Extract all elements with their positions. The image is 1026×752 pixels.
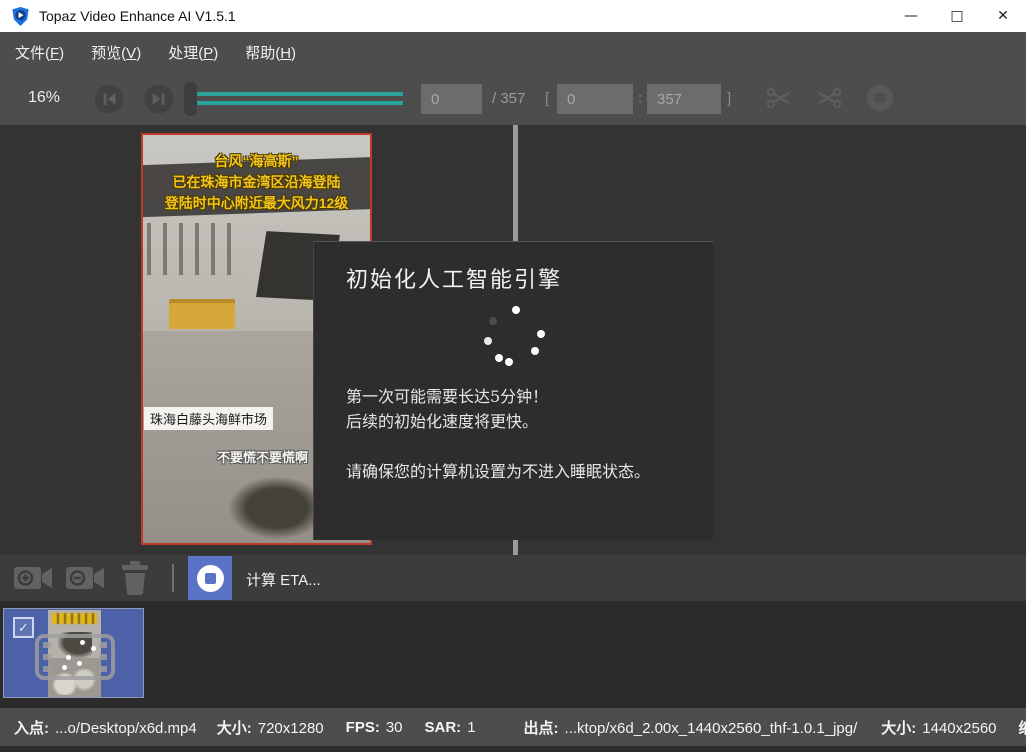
video-thumbnail-tile[interactable]: ✓ xyxy=(3,608,144,698)
playback-toolbar: 16% / 357 [ : ] xyxy=(0,72,1026,125)
spinner-dot xyxy=(512,306,520,314)
cut-out-button[interactable] xyxy=(814,83,844,113)
location-label: 珠海白藤头海鲜市场 xyxy=(144,407,273,430)
video-caption-overlay: 台风“海高斯” 已在珠海市金湾区沿海登陆 登陆时中心附近最大风力12级 xyxy=(143,151,370,214)
range-start-input[interactable] xyxy=(557,84,633,114)
status-fps: FPS:30 xyxy=(346,719,403,736)
status-scale: 缩放:200% xyxy=(1019,717,1026,738)
zoom-level: 16% xyxy=(28,89,60,107)
toolbar-divider xyxy=(172,564,174,592)
thumbnail-caption-strip xyxy=(52,613,97,624)
timeline-slider-handle[interactable] xyxy=(184,82,197,116)
status-out-point: 出点:...ktop/x6d_2.00x_1440x2560_thf-1.0.1… xyxy=(524,717,858,738)
title-bar: Topaz Video Enhance AI V1.5.1 — □ ✕ xyxy=(0,0,1026,32)
timeline-track-top xyxy=(197,92,403,96)
thumbnail-checkbox[interactable]: ✓ xyxy=(13,617,34,638)
dialog-line-2: 后续的初始化速度将更快。 xyxy=(346,409,650,434)
mini-spinner-dot xyxy=(66,655,71,660)
processing-film-overlay xyxy=(35,634,115,680)
minimize-button[interactable]: — xyxy=(888,0,934,32)
video-yellow-truck xyxy=(169,303,235,329)
film-sprockets-right xyxy=(99,642,107,672)
dialog-spacer xyxy=(346,434,650,459)
close-button[interactable]: ✕ xyxy=(980,0,1026,32)
window-controls: — □ ✕ xyxy=(888,0,1026,32)
spinner-dot xyxy=(489,317,497,325)
menu-help[interactable]: 帮助(H) xyxy=(233,36,308,69)
menu-file[interactable]: 文件(F) xyxy=(3,36,76,69)
dialog-line-3: 请确保您的计算机设置为不进入睡眠状态。 xyxy=(346,459,650,484)
init-engine-dialog: 初始化人工智能引擎 第一次可能需要长达5分钟！ 后续的初始化速度将更快。 请确保… xyxy=(313,241,713,540)
delete-video-button[interactable] xyxy=(119,561,151,595)
status-out-size: 大小:1440x2560 xyxy=(881,717,996,738)
timeline-track-bottom xyxy=(197,101,403,105)
video-dark-debris xyxy=(229,477,325,539)
film-sprockets-left xyxy=(43,642,51,672)
cut-in-button[interactable] xyxy=(764,83,794,113)
spinner-dot xyxy=(495,354,503,362)
thumbnail-strip: ✓ xyxy=(0,601,1026,708)
status-sar: SAR:1 xyxy=(425,719,476,736)
dialog-body: 第一次可能需要长达5分钟！ 后续的初始化速度将更快。 请确保您的计算机设置为不进… xyxy=(346,384,650,484)
timeline-slider-track[interactable] xyxy=(197,92,403,105)
stop-small-button[interactable] xyxy=(865,83,895,113)
skip-end-button[interactable] xyxy=(144,84,174,114)
app-logo-icon xyxy=(11,7,30,26)
range-end-input[interactable] xyxy=(647,84,721,114)
stop-processing-icon xyxy=(197,565,224,592)
menu-process[interactable]: 处理(P) xyxy=(156,36,230,69)
preview-area: 台风“海高斯” 已在珠海市金湾区沿海登陆 登陆时中心附近最大风力12级 珠海白藤… xyxy=(0,125,1026,555)
spinner-dot xyxy=(537,330,545,338)
spinner-dot xyxy=(484,337,492,345)
range-bracket-open: [ xyxy=(545,90,549,107)
mini-spinner-dot xyxy=(80,640,85,645)
video-bridge-truss xyxy=(147,223,233,275)
dialog-line-1: 第一次可能需要长达5分钟！ xyxy=(346,384,650,409)
mini-spinner-dot xyxy=(91,646,96,651)
process-toolbar: 计算 ETA... xyxy=(0,555,1026,601)
spinner-dot xyxy=(505,358,513,366)
spinner-dot xyxy=(531,347,539,355)
video-subtitle: 不要慌不要慌啊 xyxy=(217,447,308,466)
caption-line-1: 台风“海高斯” xyxy=(143,151,370,172)
remove-video-button[interactable] xyxy=(66,563,104,593)
dialog-title: 初始化人工智能引擎 xyxy=(346,262,562,294)
window-title: Topaz Video Enhance AI V1.5.1 xyxy=(39,8,236,24)
status-in-size: 大小:720x1280 xyxy=(217,717,324,738)
mini-spinner-dot xyxy=(62,665,67,670)
status-bar: 入点:...o/Desktop/x6d.mp4 大小:720x1280 FPS:… xyxy=(0,708,1026,746)
mini-spinner-dot xyxy=(77,661,82,666)
caption-line-3: 登陆时中心附近最大风力12级 xyxy=(143,193,370,214)
current-frame-input[interactable] xyxy=(421,84,482,114)
skip-start-button[interactable] xyxy=(94,84,124,114)
bottom-edge-strip xyxy=(0,746,1026,752)
menu-bar: 文件(F) 预览(V) 处理(P) 帮助(H) xyxy=(0,32,1026,72)
menu-preview[interactable]: 预览(V) xyxy=(79,36,153,69)
app-window: Topaz Video Enhance AI V1.5.1 — □ ✕ 文件(F… xyxy=(0,0,1026,752)
maximize-button[interactable]: □ xyxy=(934,0,980,32)
frame-total-label: / 357 xyxy=(492,90,525,107)
status-in-point: 入点:...o/Desktop/x6d.mp4 xyxy=(14,717,197,738)
caption-line-2: 已在珠海市金湾区沿海登陆 xyxy=(143,172,370,193)
add-video-button[interactable] xyxy=(14,563,52,593)
range-colon: : xyxy=(638,90,642,107)
range-bracket-close: ] xyxy=(727,90,731,107)
eta-label: 计算 ETA... xyxy=(246,569,321,590)
stop-processing-button[interactable] xyxy=(188,556,232,600)
